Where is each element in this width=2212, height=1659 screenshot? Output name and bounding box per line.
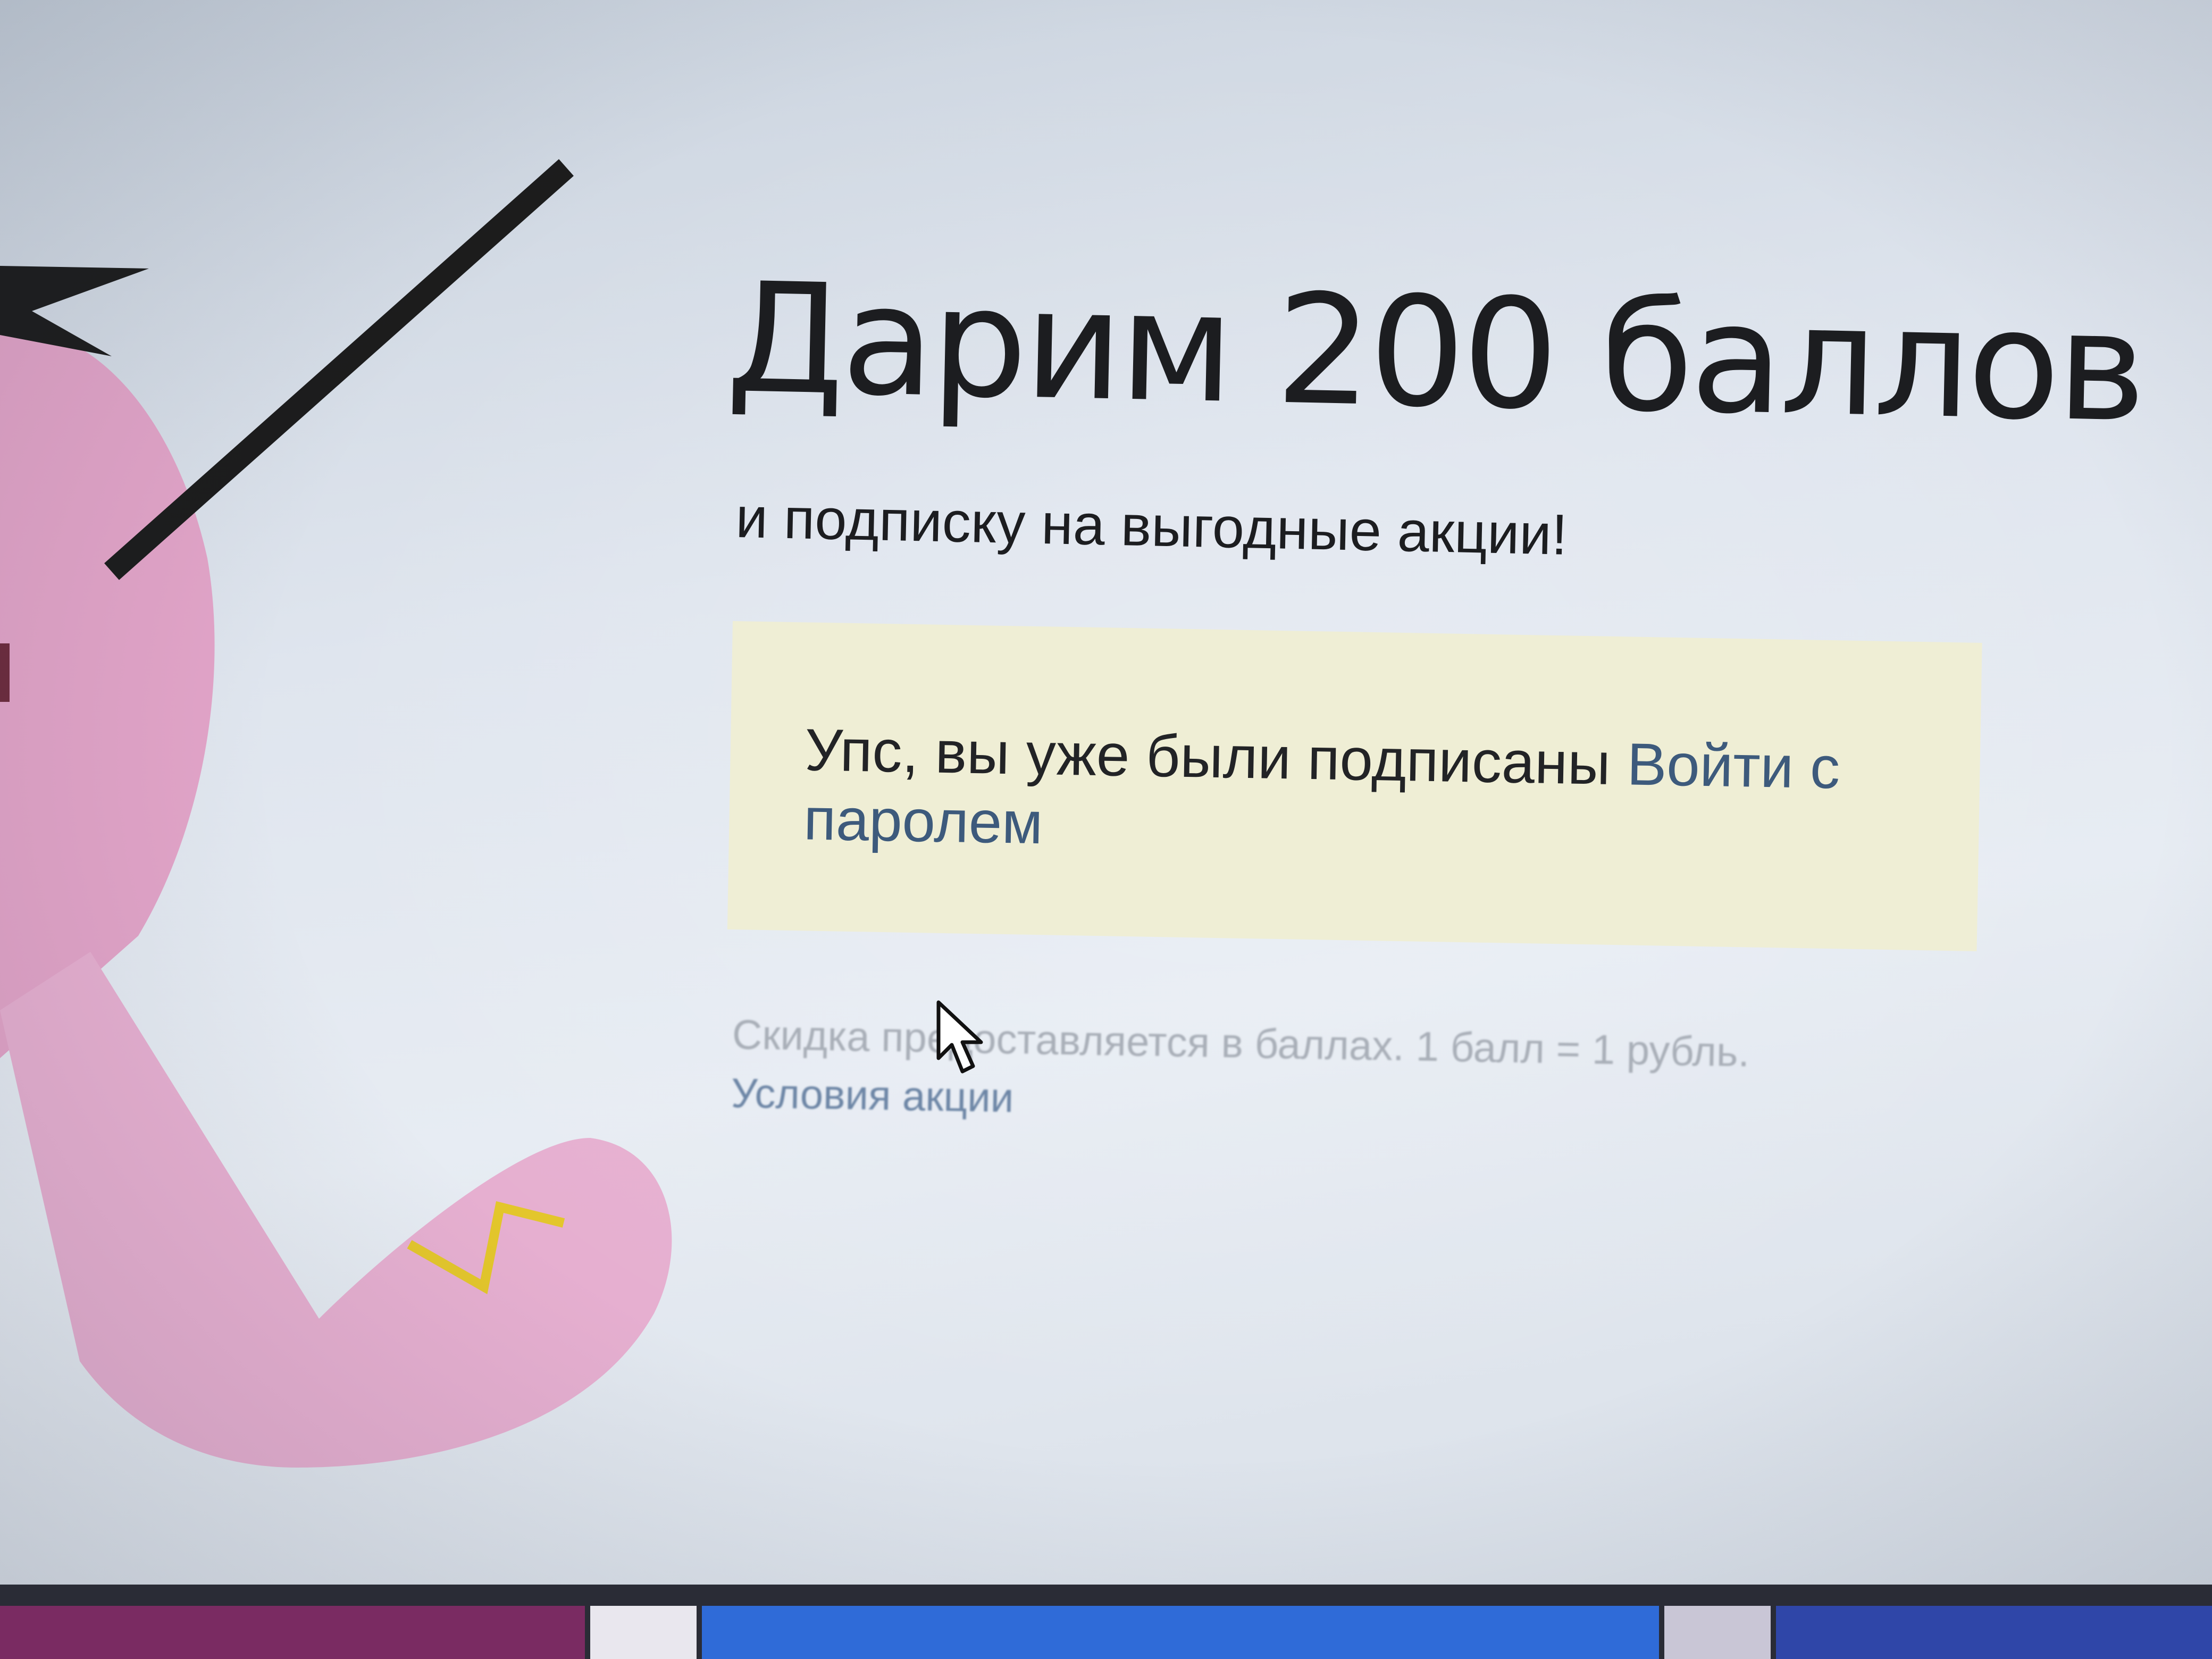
thumbnail-light[interactable] <box>1664 1606 1771 1659</box>
pink-blob-shape <box>0 329 215 1058</box>
thumbnail-white[interactable] <box>590 1606 697 1659</box>
dark-edge-mark <box>0 643 10 702</box>
promo-title: Дарим 200 баллов <box>725 250 2146 456</box>
black-stroke-line <box>104 159 574 580</box>
thumbnail-magenta[interactable] <box>0 1606 585 1659</box>
promo-footnote: Скидка предоставляется в баллах. 1 балл … <box>731 1005 1750 1139</box>
subscription-notice: Упс, вы уже были подписаны Войти с парол… <box>727 621 1982 951</box>
notice-text: Упс, вы уже были подписаны Войти с парол… <box>803 715 1906 873</box>
promo-terms-link[interactable]: Условия акции <box>731 1063 1749 1139</box>
thumbnail-blue[interactable] <box>702 1606 1659 1659</box>
pink-stem-shape <box>0 952 672 1468</box>
mouse-cursor-icon <box>936 1000 983 1074</box>
promo-illustration <box>0 159 672 1468</box>
thumbnail-navy[interactable] <box>1776 1606 2212 1659</box>
promo-subtitle: и подписку на выгодные акции! <box>735 484 1569 567</box>
notice-message: Упс, вы уже были подписаны <box>804 716 1611 797</box>
